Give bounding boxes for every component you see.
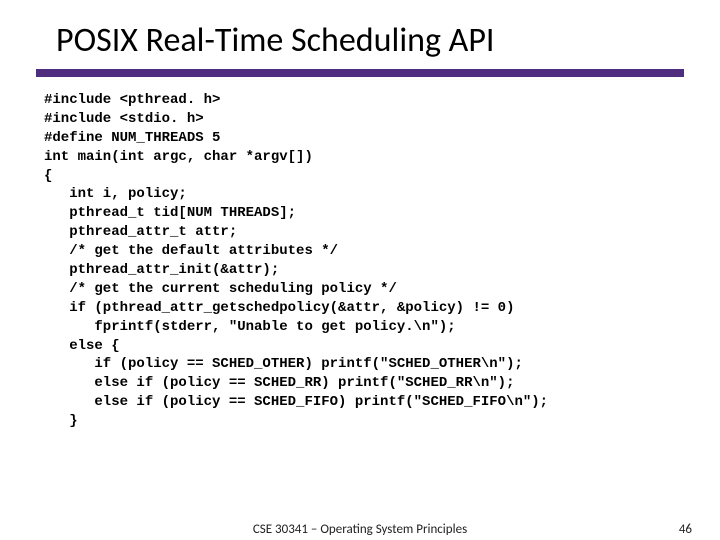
- code-block: #include <pthread. h> #include <stdio. h…: [0, 91, 720, 431]
- slide-title: POSIX Real-Time Scheduling API: [0, 0, 720, 69]
- footer-course: CSE 30341 – Operating System Principles: [0, 522, 720, 537]
- title-underline: [36, 69, 684, 77]
- slide: POSIX Real-Time Scheduling API #include …: [0, 0, 720, 540]
- slide-number: 46: [679, 522, 692, 537]
